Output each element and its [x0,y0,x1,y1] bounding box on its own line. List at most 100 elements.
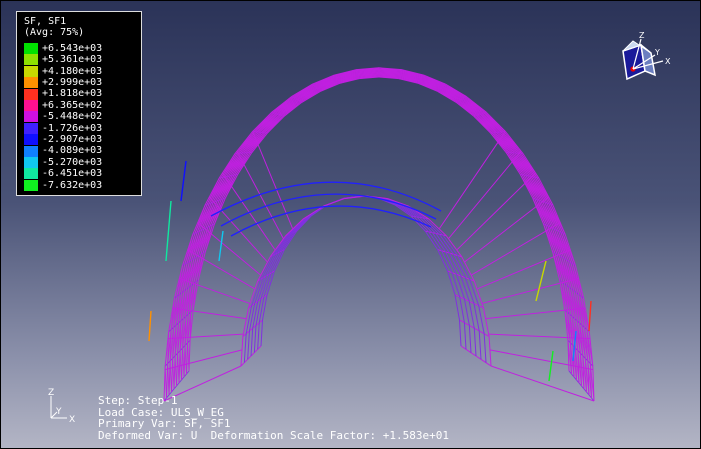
mesh-edge [468,301,475,329]
mesh-edge [454,294,460,321]
triad-z-label: Z [639,31,645,40]
legend-swatch [24,54,38,66]
legend-swatch [24,111,38,123]
mesh-edge [254,277,264,304]
axis-y-label: Y [55,407,62,417]
mesh-edge [483,333,487,363]
mesh-edge [447,270,456,295]
mesh-edge [439,131,506,229]
legend-swatch [24,43,38,54]
mesh-edge [458,319,462,347]
viewport[interactable]: SF, SF1 (Avg: 75%) +6.543e+03 +5.361e+03 +… [0,0,701,449]
mesh-edge [459,296,465,323]
mesh-edge [253,325,257,353]
mesh-edge [247,330,250,360]
legend-swatch [24,168,38,180]
mesh-edge [230,205,432,237]
legend-swatch [24,77,38,89]
legend-entry: +2.999e+03 [24,76,141,89]
mesh-edge [251,279,261,306]
legend-value: -7.632e+03 [42,179,103,191]
contour-legend: SF, SF1 (Avg: 75%) +6.543e+03 +5.361e+03 +… [16,11,142,196]
mesh-edge [473,328,477,357]
legend-entry: -5.448e+02 [24,111,141,123]
mesh-edge [471,222,561,276]
axis-z-label: Z [48,388,54,398]
legend-swatch [24,156,38,168]
mesh-edge [448,150,522,239]
legend-entry: -4.089e+03 [24,145,141,157]
legend-subtitle: (Avg: 75%) [24,27,85,39]
mesh-edge [488,336,492,367]
legend-value: +5.361e+03 [42,54,103,66]
legend-entry: -2.907e+03 [24,133,141,146]
legend-value: -1.726e+03 [42,122,103,134]
mesh-edge [323,198,345,207]
mesh-edge [468,325,472,353]
mesh-edge [177,353,180,384]
legend-value: +6.365e+02 [42,99,103,111]
legend-swatch [24,145,38,157]
axis-x-label: X [69,415,75,425]
legend-swatch [24,99,38,111]
legend-value: -5.270e+03 [42,156,103,168]
mesh-edge [451,272,461,298]
legend-value: -2.907e+03 [42,133,103,145]
legend-value: +2.999e+03 [42,76,103,88]
legend-entry: +6.543e+03 [24,43,141,54]
legend-entry: +5.361e+03 [24,54,141,66]
mesh-edge [588,300,592,332]
mesh-edge [456,274,465,300]
mesh-edge [169,360,172,393]
legend-value: -4.089e+03 [42,145,103,157]
mesh-edge [208,196,268,263]
mesh-edge [250,328,254,357]
mesh-edge [460,345,467,350]
mesh-edge [260,319,264,347]
mesh-edge [535,260,547,302]
legend-entry: +6.365e+02 [24,100,141,111]
mesh-edge [221,172,276,250]
mesh-edge [485,362,492,367]
legend-entry: +4.180e+03 [24,66,141,77]
legend-entry: -7.632e+03 [24,180,141,191]
mesh-edge [148,310,152,342]
mesh-edge [218,230,224,262]
mesh-edge [240,336,244,367]
view-cube-triad[interactable]: Z X Y [615,31,677,85]
mesh-edge [428,218,447,237]
mesh-edge [463,322,467,350]
mesh-edge [197,222,261,276]
triad-x-label: X [665,57,671,66]
legend-entry: +1.818e+03 [24,88,141,100]
global-axis-indicator: Z X Y [48,388,75,425]
mesh-edge [164,349,242,371]
mesh-edge [475,355,482,360]
legend-swatch [24,179,38,191]
mesh-edge [292,216,309,234]
mesh-edge [463,298,470,326]
legend-swatch [24,122,38,134]
legend-swatch [24,88,38,100]
legend-value: -6.451e+03 [42,168,103,180]
mesh-edge [548,350,554,382]
legend-value: +1.818e+03 [42,88,103,100]
mesh-edge [290,217,308,234]
legend-entry: -1.726e+03 [24,123,141,134]
mesh-edge [187,342,190,372]
mesh-edge [478,330,482,360]
mesh-edge [442,234,459,256]
legend-swatch [24,65,38,77]
legend-swatch [24,134,38,146]
legend-title: SF, SF1 [24,16,67,27]
mesh-edge [182,348,185,378]
mesh-edge [174,355,177,387]
mesh-edge [445,235,463,258]
mesh-edge [248,280,259,309]
mesh-edge [465,348,472,354]
triad-y-label: Y [654,48,660,57]
mesh-edge [243,333,247,363]
mesh-edge [473,303,480,332]
mesh-edge [180,160,187,202]
legend-entry: -6.451e+03 [24,168,141,180]
